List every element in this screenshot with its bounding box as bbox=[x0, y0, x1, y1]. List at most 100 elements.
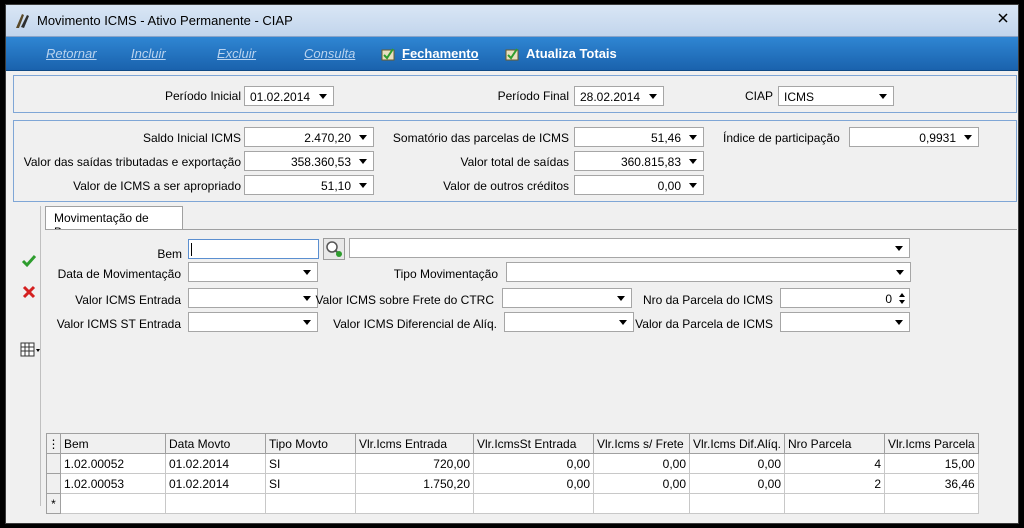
indice-select[interactable]: 0,9931 bbox=[849, 127, 979, 147]
chevron-down-icon bbox=[879, 94, 887, 99]
valor-outros-creditos-select[interactable]: 0,00 bbox=[574, 175, 704, 195]
spin-up-icon[interactable] bbox=[899, 293, 905, 297]
valor-icms-apropriado-select[interactable]: 51,10 bbox=[244, 175, 374, 195]
excluir-button[interactable]: Excluir bbox=[217, 46, 256, 61]
valor-saidas-trib-select[interactable]: 358.360,53 bbox=[244, 151, 374, 171]
chevron-down-icon bbox=[895, 246, 903, 251]
chevron-down-icon bbox=[619, 320, 627, 325]
row-indicator[interactable] bbox=[46, 473, 61, 494]
search-icon bbox=[326, 241, 342, 257]
cell-vlr-icms-entrada[interactable]: 720,00 bbox=[355, 453, 474, 474]
chevron-down-icon bbox=[303, 296, 311, 301]
new-cell[interactable] bbox=[60, 493, 166, 514]
spin-down-icon[interactable] bbox=[899, 300, 905, 304]
new-cell[interactable] bbox=[165, 493, 266, 514]
cell-vlr-icms-frete[interactable]: 0,00 bbox=[593, 473, 690, 494]
grid-col-tipo-movto[interactable]: Tipo Movto bbox=[265, 433, 356, 454]
new-cell[interactable] bbox=[884, 493, 979, 514]
grid-corner-icon[interactable]: ⋮ bbox=[46, 433, 61, 454]
new-cell[interactable] bbox=[593, 493, 690, 514]
grid-col-data-movto[interactable]: Data Movto bbox=[165, 433, 266, 454]
new-cell[interactable] bbox=[265, 493, 356, 514]
chevron-down-icon bbox=[617, 296, 625, 301]
valor-outros-creditos-value: 0,00 bbox=[657, 179, 681, 193]
data-movimentacao-select[interactable] bbox=[188, 262, 318, 282]
new-cell[interactable] bbox=[473, 493, 594, 514]
periodo-final-select[interactable]: 28.02.2014 bbox=[574, 86, 664, 106]
ciap-select[interactable]: ICMS bbox=[778, 86, 894, 106]
cell-vlr-icms-parcela[interactable]: 15,00 bbox=[884, 453, 979, 474]
retornar-button[interactable]: Retornar bbox=[46, 46, 97, 61]
nro-parcela-label: Nro da Parcela do ICMS bbox=[642, 293, 773, 307]
table-row[interactable]: 1.02.00052 01.02.2014 SI 720,00 0,00 0,0… bbox=[46, 453, 979, 474]
cell-vlr-icms-frete[interactable]: 0,00 bbox=[593, 453, 690, 474]
chevron-down-icon bbox=[319, 94, 327, 99]
grid-col-vlr-icms-frete[interactable]: Vlr.Icms s/ Frete bbox=[593, 433, 690, 454]
close-icon[interactable] bbox=[998, 13, 1008, 23]
valor-icms-dif-select[interactable] bbox=[504, 312, 634, 332]
cell-tipo-movto[interactable]: SI bbox=[265, 473, 356, 494]
valor-icms-frete-select[interactable] bbox=[502, 288, 632, 308]
cell-nro-parcela[interactable]: 2 bbox=[784, 473, 886, 494]
chevron-down-icon bbox=[896, 270, 904, 275]
window-title: Movimento ICMS - Ativo Permanente - CIAP bbox=[37, 13, 293, 28]
bem-input[interactable] bbox=[188, 239, 319, 259]
grid-col-vlr-icms-dif[interactable]: Vlr.Icms Dif.Alíq. bbox=[688, 433, 786, 454]
grid-options-icon[interactable] bbox=[20, 341, 42, 359]
nro-parcela-value: 0 bbox=[885, 292, 892, 306]
valor-icms-dif-label: Valor ICMS Diferencial de Alíq. bbox=[333, 317, 497, 331]
valor-icms-st-select[interactable] bbox=[188, 312, 318, 332]
periodo-inicial-select[interactable]: 01.02.2014 bbox=[244, 86, 334, 106]
bem-description-select[interactable] bbox=[349, 238, 910, 258]
tab-movimentacao-de-bens[interactable]: Movimentação de Bens bbox=[45, 206, 183, 239]
new-row[interactable]: * bbox=[46, 493, 979, 514]
app-window: Movimento ICMS - Ativo Permanente - CIAP… bbox=[5, 4, 1019, 524]
table-row[interactable]: 1.02.00053 01.02.2014 SI 1.750,20 0,00 0… bbox=[46, 473, 979, 494]
bem-search-button[interactable] bbox=[323, 238, 345, 260]
chevron-down-icon bbox=[895, 320, 903, 325]
cell-nro-parcela[interactable]: 4 bbox=[784, 453, 886, 474]
valor-parcela-select[interactable] bbox=[780, 312, 910, 332]
new-cell[interactable] bbox=[355, 493, 474, 514]
new-row-marker[interactable]: * bbox=[46, 493, 61, 514]
menu-bar: Retornar Incluir Excluir Consulta Fecham… bbox=[6, 37, 1018, 71]
grid-col-vlr-icms-parcela[interactable]: Vlr.Icms Parcela bbox=[884, 433, 979, 454]
somatorio-select[interactable]: 51,46 bbox=[574, 127, 704, 147]
totals-panel: Saldo Inicial ICMS 2.470,20 Valor das sa… bbox=[13, 120, 1017, 202]
valor-total-saidas-select[interactable]: 360.815,83 bbox=[574, 151, 704, 171]
row-indicator[interactable] bbox=[46, 453, 61, 474]
valor-icms-entrada-label: Valor ICMS Entrada bbox=[75, 293, 181, 307]
cell-vlr-icmsst-entrada[interactable]: 0,00 bbox=[473, 453, 594, 474]
new-cell[interactable] bbox=[688, 493, 786, 514]
cell-bem[interactable]: 1.02.00052 bbox=[60, 453, 166, 474]
cell-tipo-movto[interactable]: SI bbox=[265, 453, 356, 474]
data-movimentacao-label: Data de Movimentação bbox=[57, 267, 181, 281]
cell-vlr-icms-dif[interactable]: 0,00 bbox=[688, 473, 786, 494]
cell-data-movto[interactable]: 01.02.2014 bbox=[165, 473, 266, 494]
chevron-down-icon bbox=[359, 159, 367, 164]
saldo-inicial-select[interactable]: 2.470,20 bbox=[244, 127, 374, 147]
cell-bem[interactable]: 1.02.00053 bbox=[60, 473, 166, 494]
cell-vlr-icmsst-entrada[interactable]: 0,00 bbox=[473, 473, 594, 494]
fechamento-button[interactable]: Fechamento bbox=[402, 46, 479, 61]
new-cell[interactable] bbox=[784, 493, 886, 514]
atualiza-totais-button[interactable]: Atualiza Totais bbox=[526, 46, 617, 61]
grid-col-vlr-icms-entrada[interactable]: Vlr.Icms Entrada bbox=[355, 433, 474, 454]
cell-vlr-icms-dif[interactable]: 0,00 bbox=[688, 453, 786, 474]
valor-saidas-trib-label: Valor das saídas tributadas e exportação bbox=[23, 155, 241, 169]
cancel-x-icon[interactable] bbox=[20, 283, 38, 301]
incluir-button[interactable]: Incluir bbox=[131, 46, 166, 61]
check-icon[interactable] bbox=[20, 252, 38, 270]
grid-col-nro-parcela[interactable]: Nro Parcela bbox=[784, 433, 886, 454]
valor-icms-entrada-select[interactable] bbox=[188, 288, 318, 308]
cell-vlr-icms-parcela[interactable]: 36,46 bbox=[884, 473, 979, 494]
cell-vlr-icms-entrada[interactable]: 1.750,20 bbox=[355, 473, 474, 494]
grid-col-vlr-icmsst-entrada[interactable]: Vlr.IcmsSt Entrada bbox=[473, 433, 594, 454]
text-caret bbox=[191, 243, 192, 256]
cell-data-movto[interactable]: 01.02.2014 bbox=[165, 453, 266, 474]
tipo-movimentacao-select[interactable] bbox=[506, 262, 911, 282]
consulta-button[interactable]: Consulta bbox=[304, 46, 355, 61]
chevron-down-icon bbox=[359, 183, 367, 188]
grid-col-bem[interactable]: Bem bbox=[60, 433, 166, 454]
nro-parcela-stepper[interactable]: 0 bbox=[780, 288, 910, 308]
